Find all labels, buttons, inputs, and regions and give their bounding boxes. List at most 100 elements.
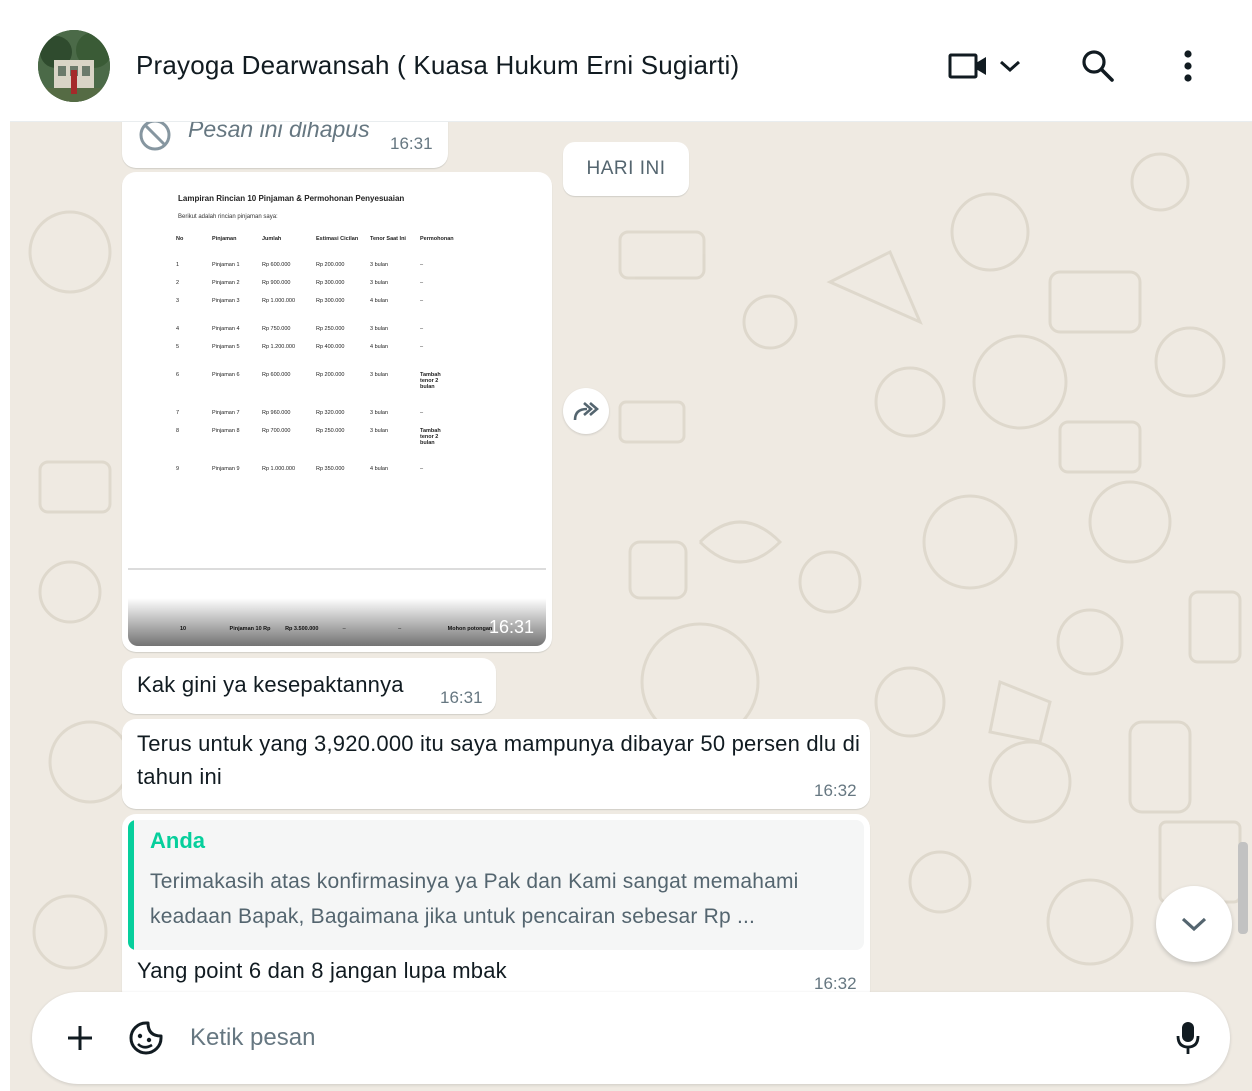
deleted-message-bubble[interactable]: Pesan ini dihapus 16:31	[122, 122, 448, 168]
table-cell: –	[420, 466, 424, 472]
deleted-message-text: Pesan ini dihapus	[188, 122, 370, 142]
table-row: 7 Pinjaman 7 Rp 960.000 Rp 320.000 3 bulan –	[172, 408, 458, 426]
doc-footer-row: 10 Pinjaman 10 Rp Rp 3.500.000 – – Mohon…	[180, 626, 493, 632]
table-cell: Rp 700.000	[262, 428, 291, 434]
table-cell: –	[420, 298, 424, 304]
table-cell: Rp 600.000	[262, 372, 291, 378]
table-cell: Rp 200.000	[316, 372, 345, 378]
message-text: Yang point 6 dan 8 jangan lupa mbak	[137, 958, 507, 983]
table-cell: Pinjaman 9	[212, 466, 240, 472]
table-row: 8 Pinjaman 8 Rp 700.000 Rp 250.000 3 bulan Ta…	[172, 426, 458, 464]
message-composer	[32, 992, 1230, 1084]
reply-message-bubble[interactable]: Anda Terimakasih atas konfirmasinya ya P…	[122, 814, 870, 992]
table-cell: 10	[180, 626, 187, 632]
doc-page-divider	[128, 568, 546, 570]
table-cell: –	[420, 262, 424, 268]
table-cell: Rp 300.000	[316, 298, 345, 304]
document-image[interactable]: Lampiran Rincian 10 Pinjaman & Permohona…	[128, 178, 546, 646]
video-call-icon[interactable]	[946, 44, 990, 88]
table-cell: Pinjaman 3	[212, 298, 240, 304]
table-cell: Rp 250.000	[316, 326, 345, 332]
menu-kebab-icon[interactable]	[1166, 44, 1210, 88]
table-cell: –	[420, 326, 424, 332]
forward-icon	[573, 402, 599, 421]
table-row: 9 Pinjaman 9 Rp 1.000.000 Rp 350.000 4 bulan…	[172, 464, 458, 492]
table-cell: 9	[176, 466, 180, 472]
search-icon[interactable]	[1076, 44, 1120, 88]
table-cell: 4 bulan	[370, 344, 389, 350]
emoji-sticker-button[interactable]	[124, 1016, 168, 1060]
message-bubble[interactable]: Kak gini ya kesepaktannya 16:31	[122, 658, 496, 714]
forward-button[interactable]	[563, 388, 609, 434]
image-message-bubble[interactable]: Lampiran Rincian 10 Pinjaman & Permohona…	[122, 172, 552, 652]
table-cell: –	[342, 626, 346, 632]
doc-col-header: Permohonan	[420, 236, 454, 242]
table-cell: 4 bulan	[370, 466, 389, 472]
chevron-down-icon[interactable]	[988, 44, 1032, 88]
quoted-message[interactable]: Anda Terimakasih atas konfirmasinya ya P…	[128, 820, 864, 950]
table-cell: 1	[176, 262, 180, 268]
table-cell: 3 bulan	[370, 262, 389, 268]
scrollbar-thumb[interactable]	[1238, 842, 1248, 934]
chevron-down-icon	[1181, 917, 1207, 932]
chat-messages[interactable]: Pesan ini dihapus 16:31 HARI INI Lampira…	[10, 122, 1252, 992]
voice-record-button[interactable]	[1166, 1016, 1210, 1060]
message-time: 16:32	[814, 781, 857, 800]
table-row: 4 Pinjaman 4 Rp 750.000 Rp 250.000 3 bulan –	[172, 324, 458, 342]
table-cell: Rp 1.000.000	[262, 298, 296, 304]
doc-col-header: Tenor Saat Ini	[370, 236, 406, 242]
table-cell: 3 bulan	[370, 326, 389, 332]
table-cell: Rp 1.000.000	[262, 466, 296, 472]
message-time: 16:31	[440, 688, 483, 707]
table-cell: Rp 600.000	[262, 262, 291, 268]
doc-table: No Pinjaman Jumlah Estimasi Cicilan Teno…	[172, 234, 458, 492]
table-cell: Pinjaman 5	[212, 344, 240, 350]
deleted-ban-icon	[138, 122, 172, 157]
table-cell: Tambah tenor 2 bulan	[420, 372, 441, 390]
message-bubble[interactable]: Terus untuk yang 3,920.000 itu saya mamp…	[122, 719, 870, 809]
table-cell: 4 bulan	[370, 298, 389, 304]
message-text: Terus untuk yang 3,920.000 itu saya mamp…	[137, 731, 861, 789]
quote-text: Terimakasih atas konfirmasinya ya Pak da…	[150, 870, 799, 928]
table-row: 6 Pinjaman 6 Rp 600.000 Rp 200.000 3 bulan Ta…	[172, 370, 458, 408]
table-cell: Pinjaman 8	[212, 428, 240, 434]
table-cell: Rp 200.000	[316, 262, 345, 268]
scroll-to-bottom-button[interactable]	[1156, 886, 1232, 962]
table-cell: Rp 400.000	[316, 344, 345, 350]
table-cell: –	[420, 344, 424, 350]
table-cell: 3	[176, 298, 180, 304]
table-row: 3 Pinjaman 3 Rp 1.000.000 Rp 300.000 4 bulan…	[172, 296, 458, 324]
attach-button[interactable]	[58, 1016, 102, 1060]
table-cell: 2	[176, 280, 180, 286]
sticker-icon	[129, 1021, 163, 1055]
table-cell: Rp 900.000	[262, 280, 291, 286]
table-row: 1 Pinjaman 1 Rp 600.000 Rp 200.000 3 bulan –	[172, 260, 458, 278]
quote-author: Anda	[150, 828, 205, 853]
table-cell: 7	[176, 410, 180, 416]
table-cell: Rp 960.000	[262, 410, 291, 416]
doc-col-header: Pinjaman	[212, 236, 237, 242]
table-cell: Rp 300.000	[316, 280, 345, 286]
table-cell: Tambah tenor 2 bulan	[420, 428, 441, 446]
table-cell: Pinjaman 6	[212, 372, 240, 378]
table-cell: 4	[176, 326, 180, 332]
table-cell: Pinjaman 1	[212, 262, 240, 268]
table-cell: Rp 750.000	[262, 326, 291, 332]
table-cell: Mohon potongan	[447, 626, 493, 632]
image-overlay	[128, 598, 546, 646]
table-cell: Rp 250.000	[316, 428, 345, 434]
table-row: 2 Pinjaman 2 Rp 900.000 Rp 300.000 3 bulan –	[172, 278, 458, 296]
quote-accent-bar	[128, 820, 134, 950]
table-cell: 3 bulan	[370, 410, 389, 416]
doc-col-header: Estimasi Cicilan	[316, 236, 359, 242]
table-cell: Pinjaman 7	[212, 410, 240, 416]
microphone-icon	[1176, 1022, 1200, 1054]
plus-icon	[68, 1026, 92, 1050]
message-input[interactable]	[190, 1014, 1150, 1062]
contact-name[interactable]: Prayoga Dearwansah ( Kuasa Hukum Erni Su…	[136, 50, 739, 81]
avatar[interactable]	[38, 30, 110, 102]
table-cell: –	[398, 626, 402, 632]
table-cell: 5	[176, 344, 180, 350]
table-cell: 3 bulan	[370, 280, 389, 286]
message-time: 16:31	[488, 617, 534, 637]
